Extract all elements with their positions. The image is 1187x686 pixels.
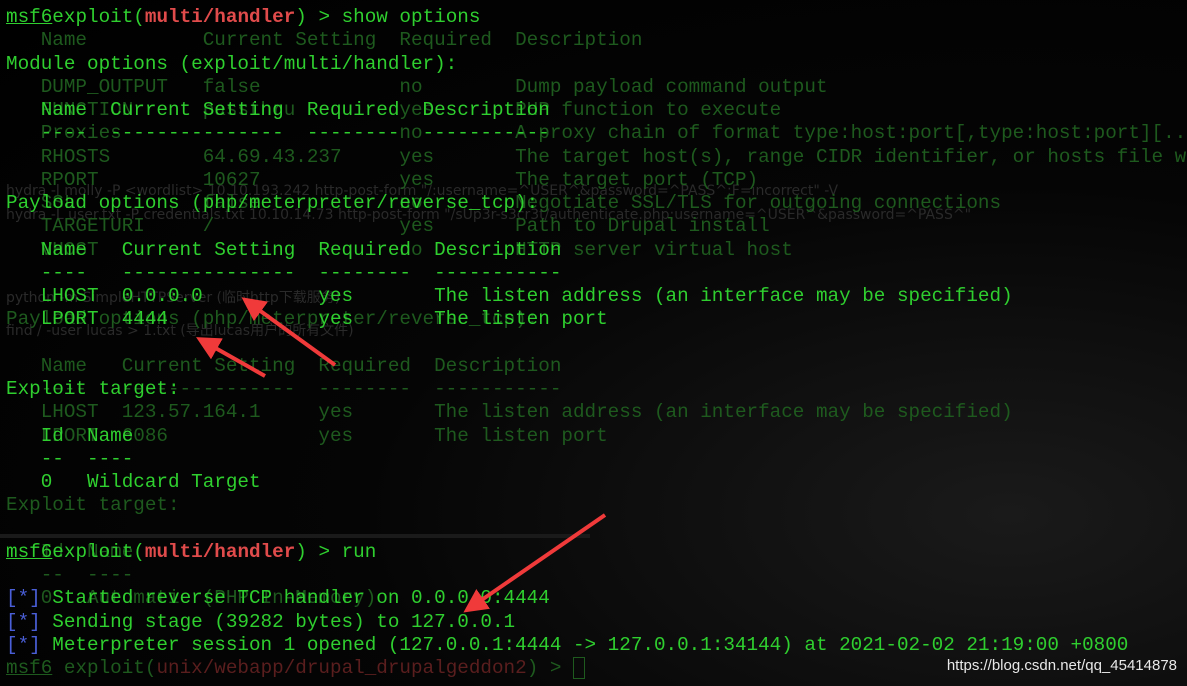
annotation-arrows [196,297,607,613]
arrow-to-stage [463,513,607,613]
arrow-to-lport [196,337,266,378]
arrow-to-lhost [241,297,337,367]
